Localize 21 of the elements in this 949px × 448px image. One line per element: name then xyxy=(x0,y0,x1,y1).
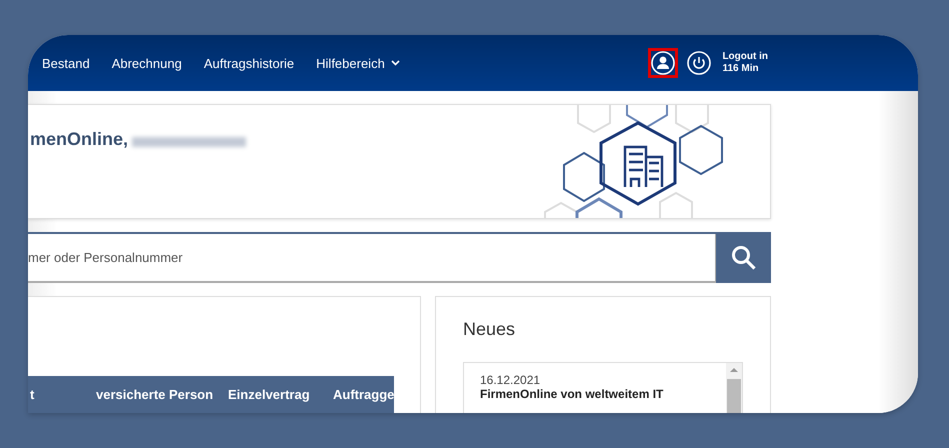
welcome-title: menOnline, xyxy=(30,129,128,150)
column-header[interactable]: Auftragge xyxy=(333,387,394,402)
column-header[interactable]: versicherte Person xyxy=(96,387,228,402)
search-button[interactable] xyxy=(716,232,771,283)
power-icon xyxy=(687,51,712,75)
nav-link[interactable]: Bestand xyxy=(42,56,90,70)
search-field[interactable]: mer oder Personalnummer xyxy=(28,234,716,283)
logout-timer: Logout in 116 Min xyxy=(722,51,768,75)
news-title: Neues xyxy=(463,319,516,340)
nav-link[interactable]: Abrechnung xyxy=(112,56,182,70)
nav-link[interactable]: Auftragshistorie xyxy=(204,56,294,70)
account-button[interactable] xyxy=(648,48,678,78)
news-date: 16.12.2021 xyxy=(480,373,542,387)
user-icon xyxy=(651,51,676,75)
scrollbar[interactable] xyxy=(726,363,742,413)
chevron-down-icon xyxy=(390,60,400,66)
nav-dropdown[interactable]: Hilfebereich xyxy=(316,56,400,70)
column-header[interactable]: Einzelvertrag xyxy=(228,387,333,402)
column-header[interactable]: t xyxy=(30,387,96,402)
search-icon xyxy=(730,244,756,270)
news-headline[interactable]: FirmenOnline von weltweitem IT xyxy=(480,387,710,401)
